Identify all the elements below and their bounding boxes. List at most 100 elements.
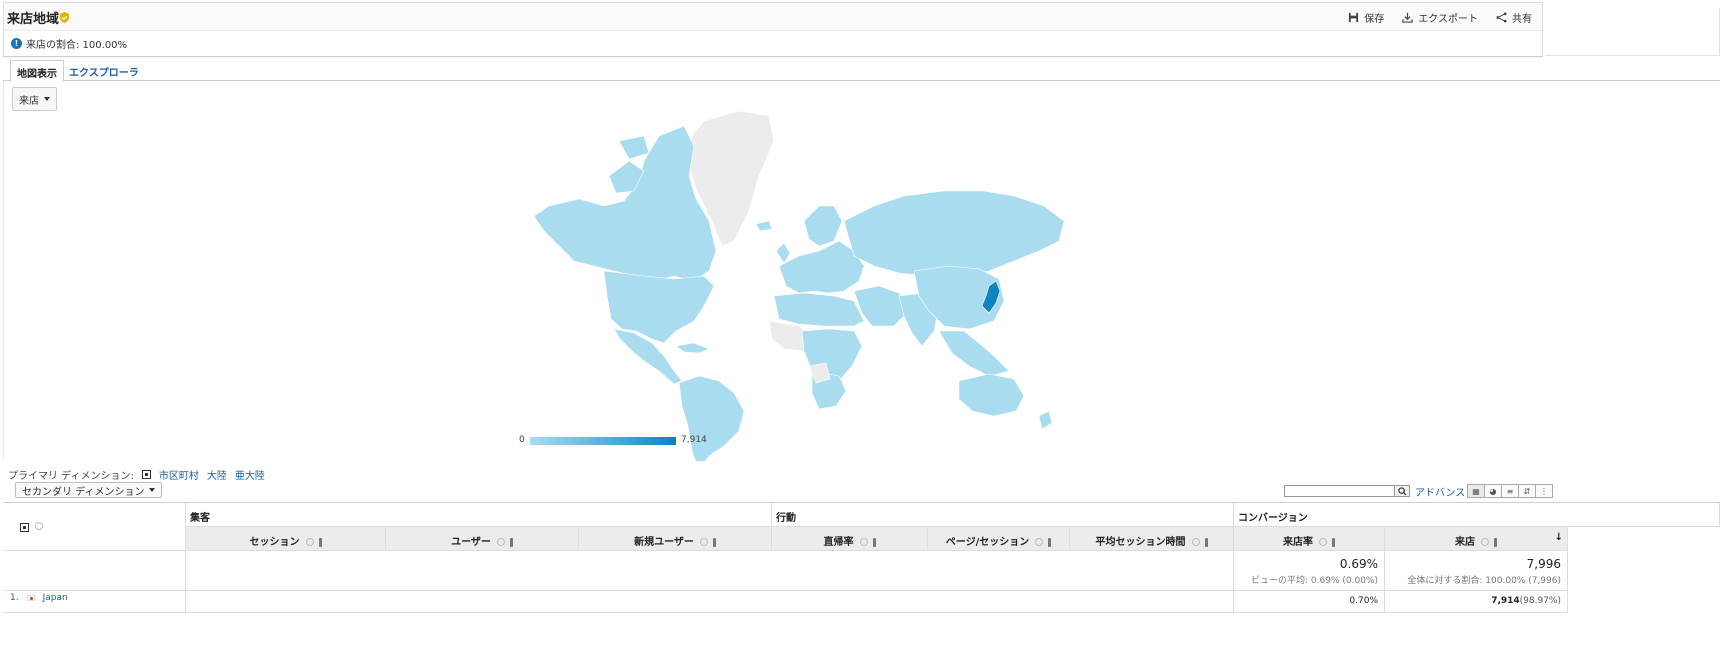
country-icon [141, 470, 151, 479]
total-visits: 7,996 [1526, 557, 1561, 571]
comparison-view-icon[interactable]: ⇵ [1518, 484, 1536, 498]
column-header-users[interactable]: ユーザー [386, 527, 579, 551]
primary-dimension-bar: プライマリ ディメンション: 市区町村 大陸 亜大陸 [8, 467, 265, 482]
totals-visits-cell: 7,996 全体に対する割合: 100.00% (7,996) [1385, 551, 1568, 591]
country-link-japan[interactable]: Japan [43, 593, 68, 603]
table-view-icon[interactable]: ▦ [1467, 484, 1485, 498]
metric-dropdown[interactable]: 来店 [12, 87, 57, 111]
row-visits-pct: (98.97%) [1519, 596, 1561, 606]
share-button[interactable]: 共有 [1496, 10, 1532, 25]
map-region-uk [775, 242, 791, 264]
tab-explorer[interactable]: エクスプローラ [63, 60, 145, 82]
map-region-iceland [755, 220, 773, 232]
row-visits-cell: 7,914(98.97%) [1385, 591, 1568, 613]
save-label: 保存 [1364, 14, 1385, 25]
search-button[interactable] [1395, 485, 1410, 497]
help-icon[interactable] [1481, 538, 1489, 546]
column-label: 来店率 [1283, 537, 1313, 548]
share-label: 共有 [1512, 14, 1532, 25]
dimension-header-cell [3, 503, 186, 551]
table-row-empty-cells [186, 591, 1234, 613]
export-icon [1402, 12, 1413, 23]
export-button[interactable]: エクスポート [1402, 10, 1478, 25]
column-header-visit-rate[interactable]: 来店率 [1234, 527, 1385, 551]
share-icon [1496, 12, 1507, 23]
help-icon[interactable] [1191, 538, 1200, 546]
page-title: 来店地域 [7, 12, 60, 27]
secondary-dimension-dropdown[interactable]: セカンダリ ディメンション [15, 482, 163, 498]
sort-icon[interactable] [509, 537, 513, 547]
column-label: ページ/セッション [945, 537, 1030, 548]
group-header-behavior: 行動 [772, 503, 1234, 527]
row-visits: 7,914(98.97%) [1491, 596, 1561, 606]
totals-empty-cells [186, 551, 1234, 591]
secondary-dimension-label: セカンダリ ディメンション [22, 486, 145, 498]
column-header-new-users[interactable]: 新規ユーザー [579, 527, 772, 551]
column-header-avg-session-duration[interactable]: 平均セッション時間 [1070, 527, 1234, 551]
tab-map[interactable]: 地図表示 [10, 60, 64, 82]
dimension-option-city[interactable]: 市区町村 [159, 467, 199, 482]
save-icon [1349, 12, 1359, 23]
header-top-bar: 来店地域 保存 エクスポート 共有 [4, 3, 1542, 31]
sort-icon[interactable] [712, 537, 716, 547]
sort-icon[interactable] [1494, 537, 1497, 547]
column-label: 直帰率 [823, 537, 854, 548]
map-region-south-america [678, 375, 745, 461]
map-region-north-africa [773, 292, 865, 327]
row-number: 1. [10, 593, 19, 603]
sort-icon[interactable] [318, 537, 322, 547]
legend-max-label: 7,914 [681, 435, 707, 445]
map-region-russia [843, 190, 1065, 277]
help-icon[interactable] [35, 522, 43, 530]
group-header-acquisition: 集客 [186, 503, 772, 527]
world-map [533, 110, 1065, 461]
metric-dropdown-label: 来店 [19, 95, 39, 107]
help-icon[interactable] [305, 538, 314, 546]
column-label: ユーザー [451, 537, 491, 548]
totals-label-cell [3, 551, 186, 591]
column-header-pages-per-session[interactable]: ページ/セッション [928, 527, 1070, 551]
sort-icon[interactable] [1332, 537, 1335, 547]
map-region-australia [958, 373, 1025, 417]
column-header-bounce-rate[interactable]: 直帰率 [772, 527, 928, 551]
help-icon[interactable] [1035, 538, 1044, 546]
dimension-option-continent[interactable]: 大陸 [207, 467, 227, 482]
help-icon[interactable] [699, 538, 708, 546]
column-header-sessions[interactable]: セッション [186, 527, 386, 551]
map-region-caribbean [675, 342, 710, 354]
sort-icon[interactable] [872, 537, 876, 547]
dimension-option-subcontinent[interactable]: 亜大陸 [235, 467, 265, 482]
totals-visit-rate-cell: 0.69% ビューの平均: 0.69% (0.00%) [1234, 551, 1385, 591]
info-text: 来店の割合: 100.00% [26, 40, 128, 51]
total-visits-sub: 全体に対する割合: 100.00% (7,996) [1407, 576, 1561, 586]
report-header: 来店地域 保存 エクスポート 共有 ! 来店の割合: 100.00% [3, 2, 1543, 57]
sort-icon[interactable] [1204, 537, 1208, 547]
help-icon[interactable] [1319, 538, 1327, 546]
search-icon [1398, 487, 1407, 496]
header-actions: 保存 エクスポート 共有 [1348, 10, 1532, 25]
map-region-europe [778, 240, 865, 294]
list-item: 1. Japan [10, 593, 68, 603]
map-region-se-asia [938, 330, 1010, 377]
pivot-view-icon[interactable]: ⋮ [1535, 484, 1553, 498]
help-icon[interactable] [496, 538, 505, 546]
total-visit-rate: 0.69% [1339, 557, 1378, 571]
help-icon[interactable] [859, 538, 868, 546]
table-search-input[interactable] [1284, 485, 1395, 497]
column-header-visits[interactable]: 来店 ↓ [1385, 527, 1568, 551]
japan-flag-icon [26, 595, 35, 601]
row-visit-rate: 0.70% [1349, 596, 1378, 606]
advanced-search-link[interactable]: アドバンス [1415, 484, 1465, 499]
row-visit-rate-cell: 0.70% [1234, 591, 1385, 613]
sort-icon[interactable] [1048, 537, 1052, 547]
pie-view-icon[interactable]: ◕ [1484, 484, 1502, 498]
sort-desc-icon[interactable]: ↓ [1555, 532, 1563, 543]
legend-min-label: 0 [519, 435, 525, 445]
map-panel: 来店 0 7,914 [3, 81, 1720, 461]
save-button[interactable]: 保存 [1348, 10, 1384, 25]
total-visit-rate-sub: ビューの平均: 0.69% (0.00%) [1251, 576, 1378, 586]
performance-view-icon[interactable]: ≡ [1501, 484, 1519, 498]
data-table: 集客 行動 コンバージョン セッション ユーザー 新規ユーザー 直帰率 ページ/… [3, 502, 1720, 670]
column-label: 平均セッション時間 [1095, 537, 1186, 548]
side-panel-box [1545, 8, 1720, 56]
